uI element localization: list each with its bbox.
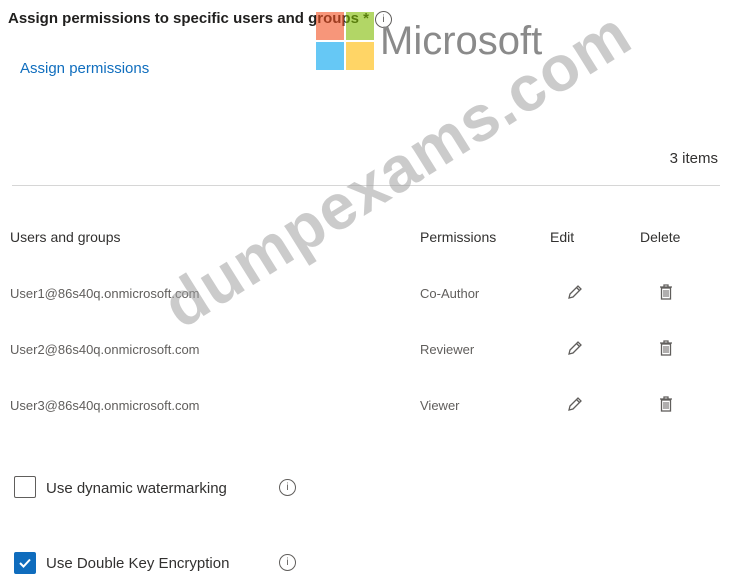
checkmark-icon bbox=[19, 558, 31, 568]
row-permission: Viewer bbox=[420, 398, 460, 413]
logo-square-red bbox=[316, 12, 344, 40]
assign-permissions-link[interactable]: Assign permissions bbox=[20, 60, 149, 77]
pencil-icon[interactable] bbox=[564, 337, 586, 359]
logo-square-blue bbox=[316, 42, 344, 70]
double-key-encryption-label: Use Double Key Encryption bbox=[46, 555, 230, 572]
divider bbox=[12, 185, 720, 186]
column-header-edit: Edit bbox=[550, 229, 575, 245]
dynamic-watermarking-checkbox[interactable] bbox=[14, 476, 36, 498]
pencil-icon[interactable] bbox=[564, 393, 586, 415]
trash-icon[interactable] bbox=[655, 337, 677, 359]
row-permission: Co-Author bbox=[420, 286, 480, 301]
row-permission: Reviewer bbox=[420, 342, 475, 357]
item-count: 3 items bbox=[669, 150, 718, 167]
row-user: User2@86s40q.onmicrosoft.com bbox=[10, 342, 200, 357]
row-user: User3@86s40q.onmicrosoft.com bbox=[10, 398, 200, 413]
double-key-encryption-checkbox[interactable] bbox=[14, 552, 36, 574]
row-user: User1@86s40q.onmicrosoft.com bbox=[10, 286, 200, 301]
column-header-permissions: Permissions bbox=[420, 229, 497, 245]
dynamic-watermarking-label: Use dynamic watermarking bbox=[46, 480, 227, 497]
microsoft-logo-text: Microsoft bbox=[380, 19, 543, 63]
info-icon[interactable]: i bbox=[279, 554, 296, 571]
pencil-icon[interactable] bbox=[564, 281, 586, 303]
trash-icon[interactable] bbox=[655, 281, 677, 303]
microsoft-logo-squares bbox=[316, 12, 374, 70]
logo-square-green bbox=[346, 12, 374, 40]
trash-icon[interactable] bbox=[655, 393, 677, 415]
microsoft-logo: Microsoft bbox=[316, 12, 542, 70]
title-text: Assign permissions to specific users and… bbox=[8, 10, 369, 27]
logo-square-yellow bbox=[346, 42, 374, 70]
column-header-delete: Delete bbox=[640, 229, 681, 245]
column-header-users: Users and groups bbox=[10, 229, 121, 245]
info-icon[interactable]: i bbox=[279, 479, 296, 496]
